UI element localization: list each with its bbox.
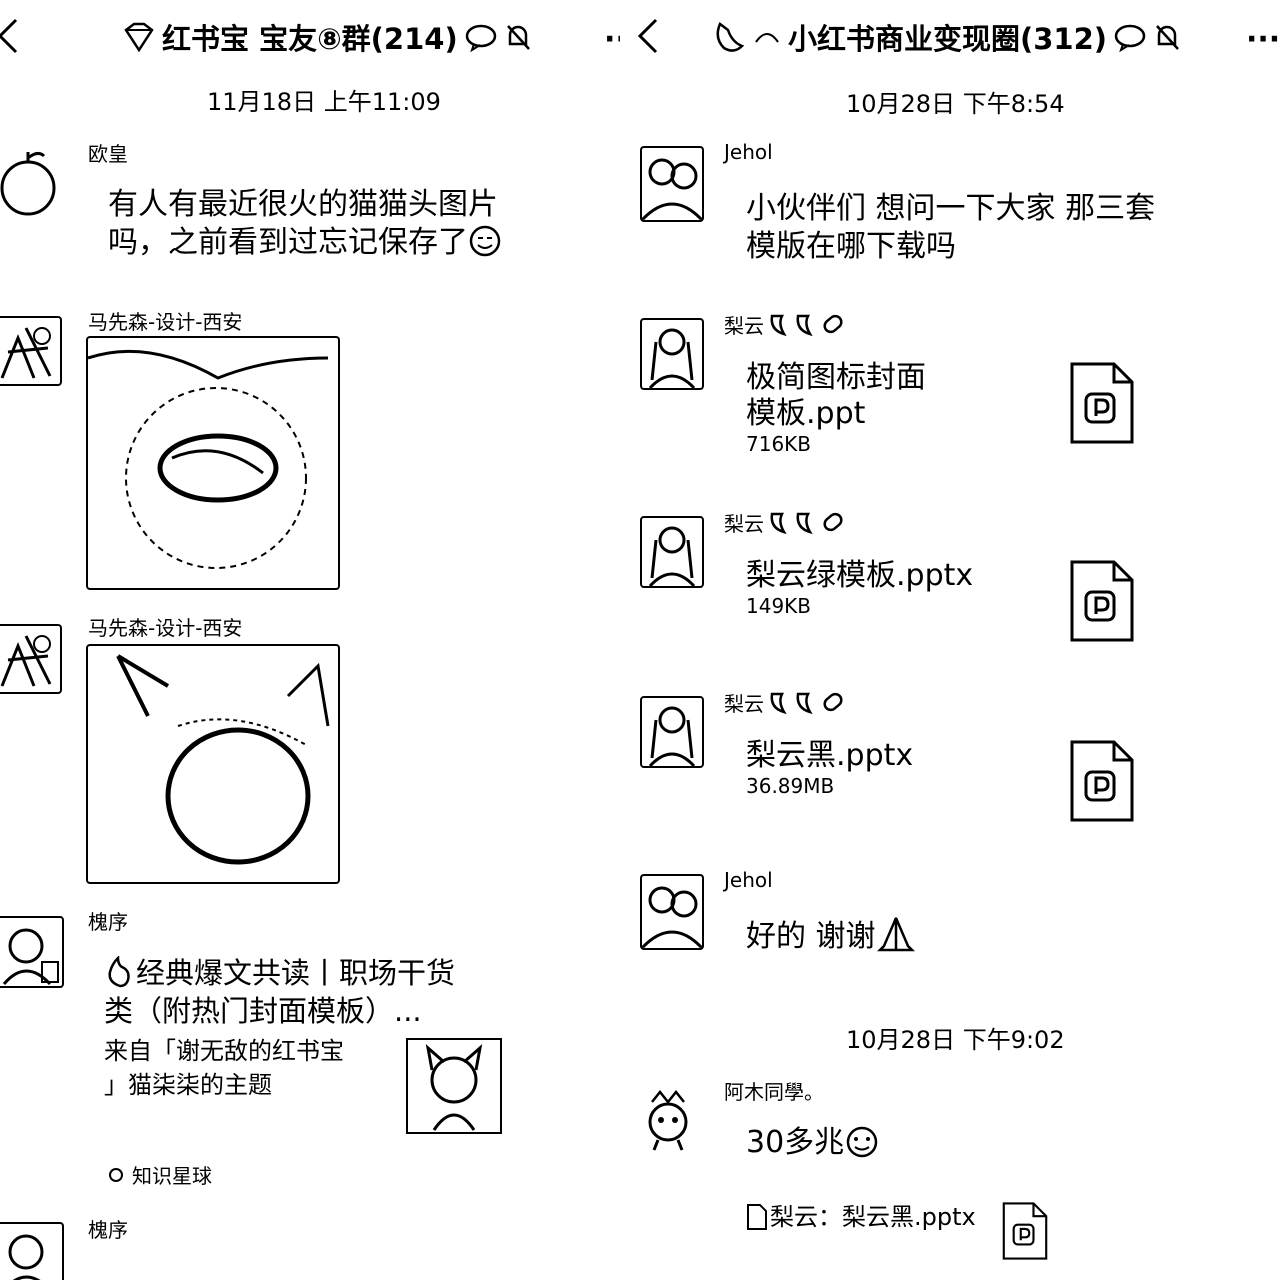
sender-name: 梨云 xyxy=(724,310,848,339)
timestamp: 10月28日 下午8:54 xyxy=(846,90,1065,118)
diamond-icon xyxy=(124,22,154,53)
screaming-cat-image xyxy=(116,654,330,865)
file-message[interactable]: 梨云黑.pptx 36.89MB xyxy=(746,738,913,798)
file-name: 梨云绿模板.pptx xyxy=(746,558,974,593)
message-text: 好的 谢谢 xyxy=(746,916,916,956)
ppt-file-icon[interactable] xyxy=(1070,560,1134,642)
file-size: 149KB xyxy=(746,594,812,618)
chat-title: 小红书商业变现圈(312) xyxy=(712,16,1181,58)
pepper-emoji-icons xyxy=(770,314,843,336)
sender-name: Jehol xyxy=(724,140,773,164)
file-name: 极简图标封面 模板.ppt xyxy=(746,360,926,431)
avatar[interactable] xyxy=(0,624,62,694)
sender-name: 欧皇 xyxy=(88,142,128,166)
chat-bubble-icon xyxy=(465,24,496,52)
cartoon-avatar-icon xyxy=(648,1089,688,1151)
card-source: 来自「谢无敌的红书宝 」猫柒柒的主题 xyxy=(104,1037,344,1099)
avatar[interactable] xyxy=(640,318,704,390)
message-text: 30多兆 xyxy=(746,1124,880,1162)
portrait-avatar-icon xyxy=(2,928,59,986)
chat-title-text: 小红书商业变现圈(312) xyxy=(788,22,1108,56)
message-text: 小伙伴们 想问一下大家 那三套 模版在哪下载吗 xyxy=(746,191,1156,264)
emoji-icon xyxy=(846,1126,878,1158)
ppt-file-icon[interactable] xyxy=(1070,740,1134,822)
chat-title: 红书宝 宝友⑧群(214) xyxy=(122,16,532,58)
planet-icon xyxy=(109,1167,123,1182)
cat-image[interactable] xyxy=(86,644,340,884)
left-chat-panel: 红书宝 宝友⑧群(214) ··· 11月18日 上午11:09 欧皇 有人有最… xyxy=(0,0,620,1280)
sender-name: 阿木同學。 xyxy=(724,1080,824,1104)
file-name: 梨云黑.pptx xyxy=(746,738,914,773)
sender-name: 梨云 xyxy=(724,508,848,537)
sender-name: 马先森-设计-西安 xyxy=(88,310,243,334)
chevron-left-icon xyxy=(0,18,18,54)
portrait-avatar-icon xyxy=(8,1234,44,1280)
fire-icon xyxy=(108,956,130,988)
avatar[interactable] xyxy=(640,696,704,768)
sender-name: 槐序 xyxy=(88,1218,128,1242)
document-icon xyxy=(747,1204,767,1230)
girl-avatar-icon xyxy=(648,328,696,388)
sender-name: Jehol xyxy=(724,868,773,892)
cat-face-image xyxy=(88,349,329,569)
more-button[interactable]: ··· xyxy=(1246,22,1280,57)
card-title: 经典爆文共读丨职场干货 类（附热门封面模板）... xyxy=(104,956,456,1028)
girl-avatar-icon xyxy=(648,706,696,766)
right-chat-panel: 小红书商业变现圈(312) ··· 10月28日 下午8:54 Jehol 小伙… xyxy=(620,0,1280,1280)
avatar[interactable] xyxy=(0,916,64,988)
pepper-emoji-icons xyxy=(770,512,843,534)
mute-bell-icon xyxy=(1156,25,1179,50)
cat-image[interactable] xyxy=(86,336,340,590)
message-text: 有人有最近很火的猫猫头图片 吗，之前看到过忘记保存了 xyxy=(108,186,502,262)
chat-title-text: 红书宝 宝友⑧群(214) xyxy=(162,22,458,56)
emoji-icon xyxy=(469,225,501,257)
girl-avatar-icon xyxy=(648,526,696,586)
couple-avatar-icon xyxy=(642,886,702,948)
sender-name: 梨云 xyxy=(724,688,848,717)
apple-avatar-icon xyxy=(0,151,56,216)
shared-card[interactable]: 经典爆文共读丨职场干货 类（附热门封面模板）... 来自「谢无敌的红书宝 」猫柒… xyxy=(104,954,524,1188)
card-thumbnail xyxy=(406,1038,502,1134)
pepper-icon xyxy=(716,22,745,52)
chat-bubble-icon xyxy=(1114,24,1146,52)
sender-name: 槐序 xyxy=(88,910,128,934)
couple-avatar-icon xyxy=(642,158,702,220)
pray-hands-icon xyxy=(876,917,915,952)
quoted-reply[interactable]: 梨云：梨云黑.pptx xyxy=(746,1200,976,1234)
timestamp: 10月28日 下午9:02 xyxy=(846,1026,1065,1054)
cat-thumbnail-image xyxy=(425,1044,483,1131)
back-button[interactable] xyxy=(0,16,20,63)
sender-name: 马先森-设计-西安 xyxy=(88,616,243,640)
sketch-avatar-icon xyxy=(0,327,52,379)
card-footer: 知识星球 xyxy=(108,1160,212,1189)
more-button[interactable]: ··· xyxy=(604,22,620,57)
smile-icon xyxy=(755,33,779,43)
ppt-file-icon[interactable] xyxy=(1002,1202,1048,1260)
sketch-avatar-icon xyxy=(0,635,52,687)
avatar[interactable] xyxy=(640,146,704,222)
chevron-left-icon xyxy=(637,18,658,54)
ppt-file-icon[interactable] xyxy=(1070,362,1134,444)
avatar[interactable] xyxy=(640,874,704,950)
timestamp: 11月18日 上午11:09 xyxy=(207,88,441,116)
file-message[interactable]: 梨云绿模板.pptx 149KB xyxy=(746,558,973,618)
avatar[interactable] xyxy=(0,316,62,386)
file-size: 716KB xyxy=(746,432,812,456)
avatar[interactable] xyxy=(0,1222,64,1280)
back-button[interactable] xyxy=(636,16,660,60)
avatar[interactable] xyxy=(640,516,704,588)
avatar[interactable] xyxy=(638,1089,698,1164)
file-message[interactable]: 极简图标封面 模板.ppt 716KB xyxy=(746,360,926,456)
pepper-emoji-icons xyxy=(770,692,843,714)
mute-bell-icon xyxy=(506,25,530,50)
avatar[interactable] xyxy=(0,150,60,220)
file-size: 36.89MB xyxy=(746,774,835,798)
